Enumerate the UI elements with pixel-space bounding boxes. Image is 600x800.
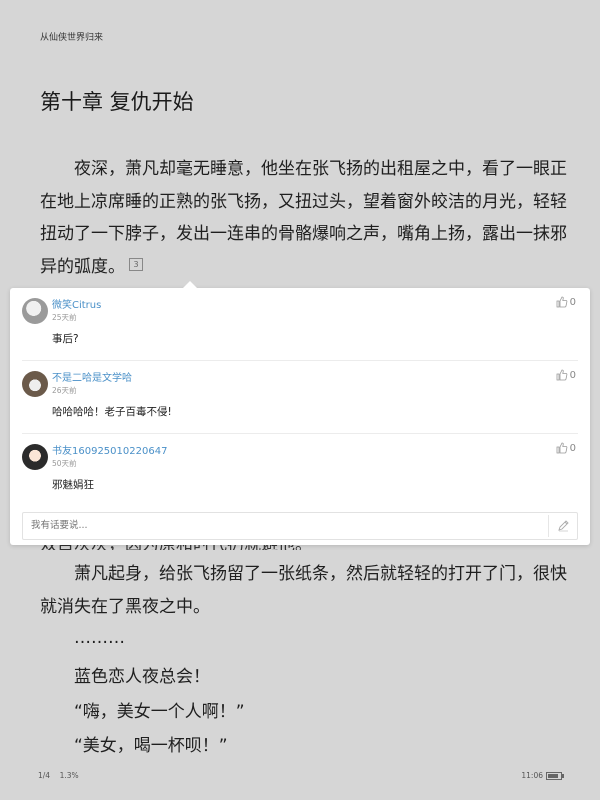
battery-fill	[548, 773, 558, 778]
comment-time: 50天前	[52, 459, 77, 468]
clock: 11:06	[521, 771, 543, 780]
comment-item: 微笑Citrus 25天前 事后? 0	[22, 288, 578, 361]
like-count: 0	[569, 369, 576, 381]
comment-username[interactable]: 不是二哈是文学哈	[52, 369, 132, 384]
avatar[interactable]	[22, 371, 48, 397]
comment-item: 不是二哈是文学哈 26天前 哈哈哈哈！老子百毒不侵! 0	[22, 361, 578, 434]
chapter-title: 第十章 复仇开始	[40, 90, 194, 114]
comment-content: 哈哈哈哈！老子百毒不侵!	[52, 406, 172, 418]
paragraph: 萧凡起身，给张飞扬留了一张纸条，然后就轻轻的打开了门，很快就消失在了黑夜之中。	[40, 564, 567, 617]
comment-popover: 微笑Citrus 25天前 事后? 0 不是二哈是文学哈 26天前 哈哈哈哈！老…	[10, 281, 590, 545]
paragraph: 夜深，萧凡却毫无睡意，他坐在张飞扬的出租屋之中，看了一眼正在地上凉席睡的正熟的张…	[40, 153, 570, 283]
text-line: “嗨，美女一个人啊！”	[74, 702, 245, 722]
comment-username[interactable]: 微笑Citrus	[52, 296, 101, 311]
avatar[interactable]	[22, 298, 48, 324]
comment-input[interactable]	[23, 513, 551, 537]
comment-item: 书友160925010220647 50天前 邪魅娟狂 0	[22, 434, 578, 506]
comment-username[interactable]: 书友160925010220647	[52, 442, 167, 457]
footer-right: 11:06	[521, 771, 564, 780]
comment-content: 事后?	[52, 333, 79, 345]
like-button[interactable]: 0	[556, 369, 576, 381]
like-count: 0	[569, 296, 576, 308]
book-title: 从仙侠世界归来	[40, 33, 104, 43]
page-indicator: 1/4	[38, 771, 51, 780]
text-line: 蓝色恋人夜总会！	[74, 667, 210, 687]
like-count: 0	[569, 442, 576, 454]
footer-left: 1/4 1.3%	[38, 771, 79, 780]
thumbs-up-icon	[556, 296, 567, 308]
comment-input-box	[22, 512, 578, 540]
like-button[interactable]: 0	[556, 296, 576, 308]
paragraph-comment-count-badge[interactable]: 3	[129, 258, 143, 271]
like-button[interactable]: 0	[556, 442, 576, 454]
text-line: “美女，喝一杯呗！”	[74, 736, 228, 756]
comment-time: 25天前	[52, 313, 77, 322]
text-line: ………	[74, 628, 125, 648]
input-divider	[548, 515, 549, 537]
thumbs-up-icon	[556, 442, 567, 454]
reading-progress: 1.3%	[59, 771, 79, 780]
thumbs-up-icon	[556, 369, 567, 381]
pencil-icon[interactable]	[557, 519, 570, 532]
comment-time: 26天前	[52, 386, 77, 395]
battery-icon	[546, 771, 564, 780]
avatar[interactable]	[22, 444, 48, 470]
paragraph-text: 夜深，萧凡却毫无睡意，他坐在张飞扬的出租屋之中，看了一眼正在地上凉席睡的正熟的张…	[40, 159, 567, 277]
comment-content: 邪魅娟狂	[52, 479, 94, 491]
